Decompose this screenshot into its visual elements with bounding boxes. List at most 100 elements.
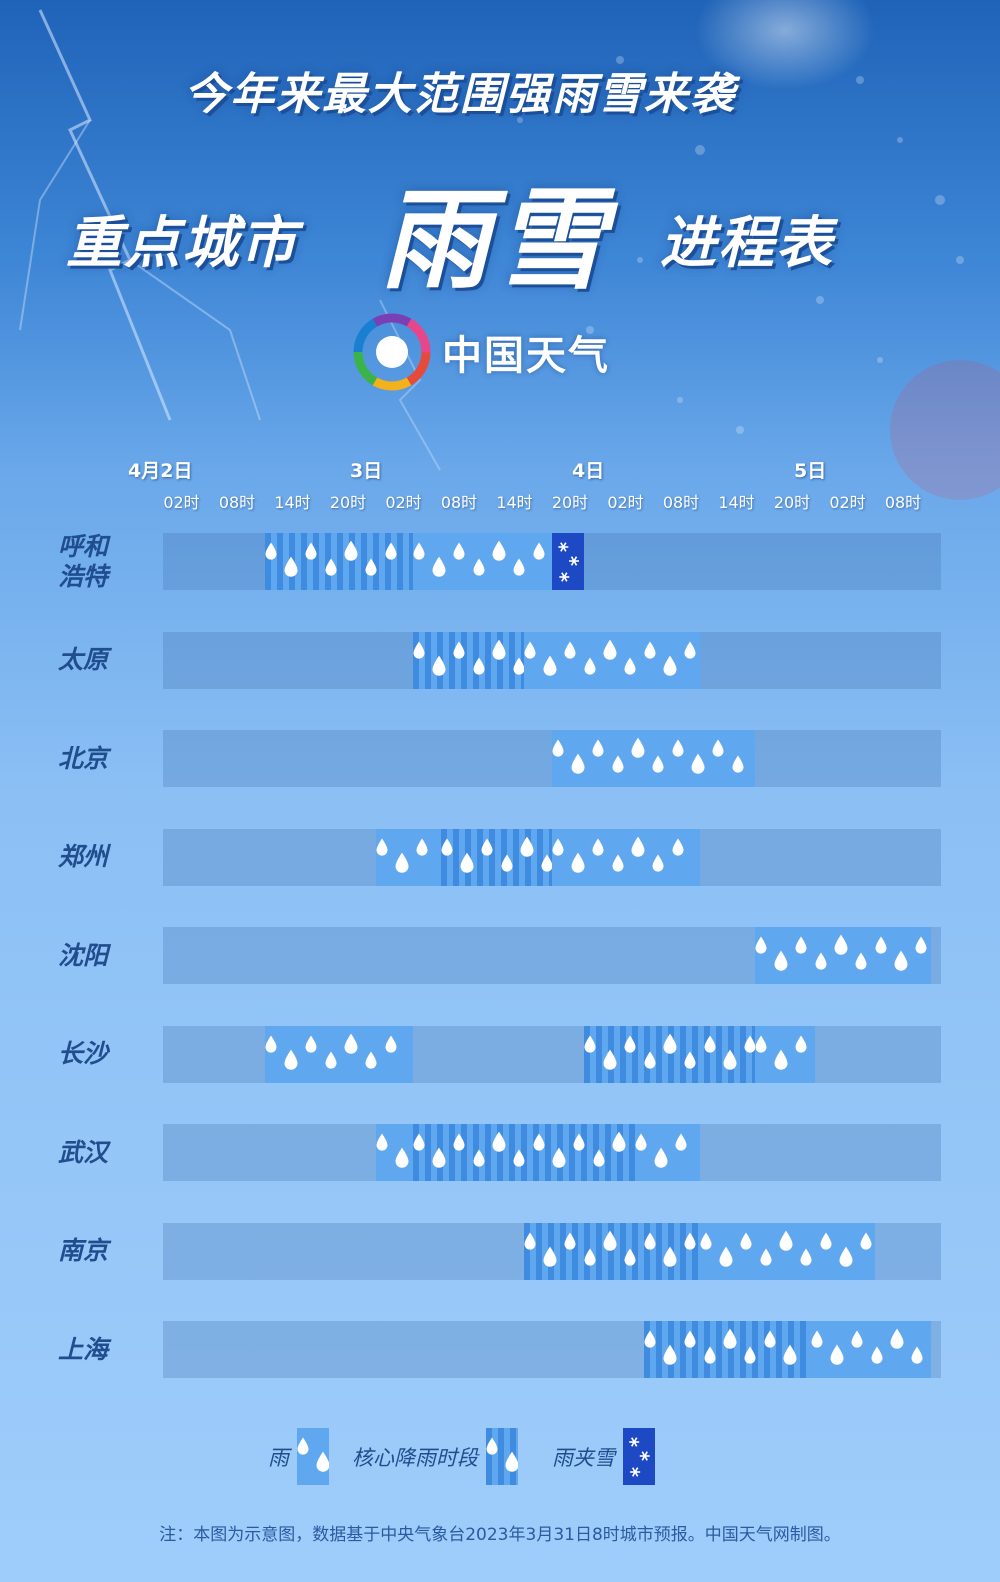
raindrop-icon [552,1147,566,1168]
raindrop-icon [603,1230,617,1251]
raindrop-icon [712,739,723,757]
raindrop-icon [413,1133,425,1151]
raindrop-icon [820,1232,831,1250]
raindrop-icon [783,1344,797,1365]
legend-rain: 雨 [268,1428,329,1485]
raindrop-icon [834,934,848,955]
raindrop-icon [325,558,337,576]
raindrop-icon [571,753,584,774]
raindrop-icon [890,1328,903,1349]
precip-segment-rain [375,1124,413,1181]
raindrop-icon [365,558,377,576]
title-right: 进程表 [660,211,834,276]
raindrop-icon [851,1330,862,1348]
raindrop-icon [811,1330,822,1348]
precip-segment-core [264,533,413,590]
city-row-track [163,631,941,689]
raindrop-icon [265,1035,277,1053]
raindrop-icon [795,1035,807,1053]
raindrop-icon [631,836,644,857]
city-row-track [163,533,941,590]
legend-label: 核心降雨时段 [352,1445,478,1470]
raindrop-icon [284,556,298,577]
precip-segment-core [523,1222,700,1280]
raindrop-icon [533,1133,545,1151]
raindrop-icon [573,1133,585,1151]
raindrop-icon [815,952,827,970]
raindrop-icon [584,1035,596,1053]
precip-segment-core [583,1025,755,1083]
raindrop-icon [492,639,506,660]
city-row-track [163,927,941,984]
city-label: 太原 [58,645,109,674]
raindrop-icon [684,1232,696,1250]
raindrop-icon [481,838,492,856]
logo-icon [353,313,431,391]
precip-segment-rain [634,1124,700,1181]
raindrop-icon [305,1035,317,1053]
raindrop-icon [571,852,584,873]
snowflake-pattern [629,1437,650,1477]
raindrop-icon [376,1133,388,1151]
raindrop-pattern [700,1230,871,1267]
raindrop-icon [612,1131,626,1152]
title-line-2: 重点城市 雨雪 进程表 [0,150,1000,304]
raindrop-icon [719,1246,732,1267]
raindrop-icon [552,838,563,856]
legend-snow: 雨夹雪 [552,1428,655,1485]
raindrop-icon [344,540,358,561]
legend-core: 核心降雨时段 [352,1428,518,1485]
raindrop-icon [684,1330,696,1348]
raindrop-icon [453,641,465,659]
x-tick-label: 02时 [385,493,422,512]
legend-swatch-rain [297,1428,329,1485]
raindrop-icon [732,755,743,773]
raindrop-icon [755,936,767,954]
city-label: 呼和 浩特 [58,531,109,591]
raindrop-icon [284,1049,298,1070]
precip-segment-snow [551,533,584,590]
raindrop-icon [441,838,452,856]
snowflake-pattern [557,542,579,582]
raindrop-icon [265,542,277,560]
raindrop-icon [723,1328,737,1349]
raindrop-icon [501,854,512,872]
raindrop-icon [663,1246,677,1267]
precip-segment-rain [375,828,441,886]
raindrop-icon [612,755,623,773]
raindrop-pattern [635,1133,687,1168]
legend-swatch-snow [623,1428,655,1485]
raindrop-icon [325,1051,337,1069]
raindrop-icon [376,838,388,856]
raindrop-icon [344,1033,358,1054]
raindrop-icon [413,641,425,659]
footnote: 注：本图为示意图，数据基于中央气象台2023年3月31日8时城市预报。中国天气网… [159,1525,841,1545]
raindrop-icon [584,1248,596,1266]
raindrop-icon [624,657,636,675]
raindrop-icon [520,836,533,857]
precip-segment-rain [551,828,700,886]
raindrop-icon [860,1232,871,1250]
date-label: 5日 [794,460,827,482]
raindrop-icon [911,1346,922,1364]
raindrop-pattern [755,1035,807,1070]
raindrop-icon [644,1051,656,1069]
raindrop-icon [413,542,425,560]
raindrop-icon [744,1035,755,1053]
legend-label: 雨 [268,1445,289,1470]
raindrop-icon [365,1051,377,1069]
raindrop-icon [624,1248,636,1266]
raindrop-icon [779,1230,792,1251]
raindrop-icon [543,1246,557,1267]
x-tick-label: 02时 [829,493,866,512]
raindrop-icon [453,1133,465,1151]
raindrop-pattern [755,934,927,971]
raindrop-icon [486,1437,498,1455]
raindrop-icon [691,753,704,774]
city-label: 沈阳 [58,940,109,970]
raindrop-icon [774,1049,788,1070]
raindrop-icon [432,655,446,676]
raindrop-icon [564,641,576,659]
raindrop-icon [839,1246,852,1267]
raindrop-icon [541,854,552,872]
